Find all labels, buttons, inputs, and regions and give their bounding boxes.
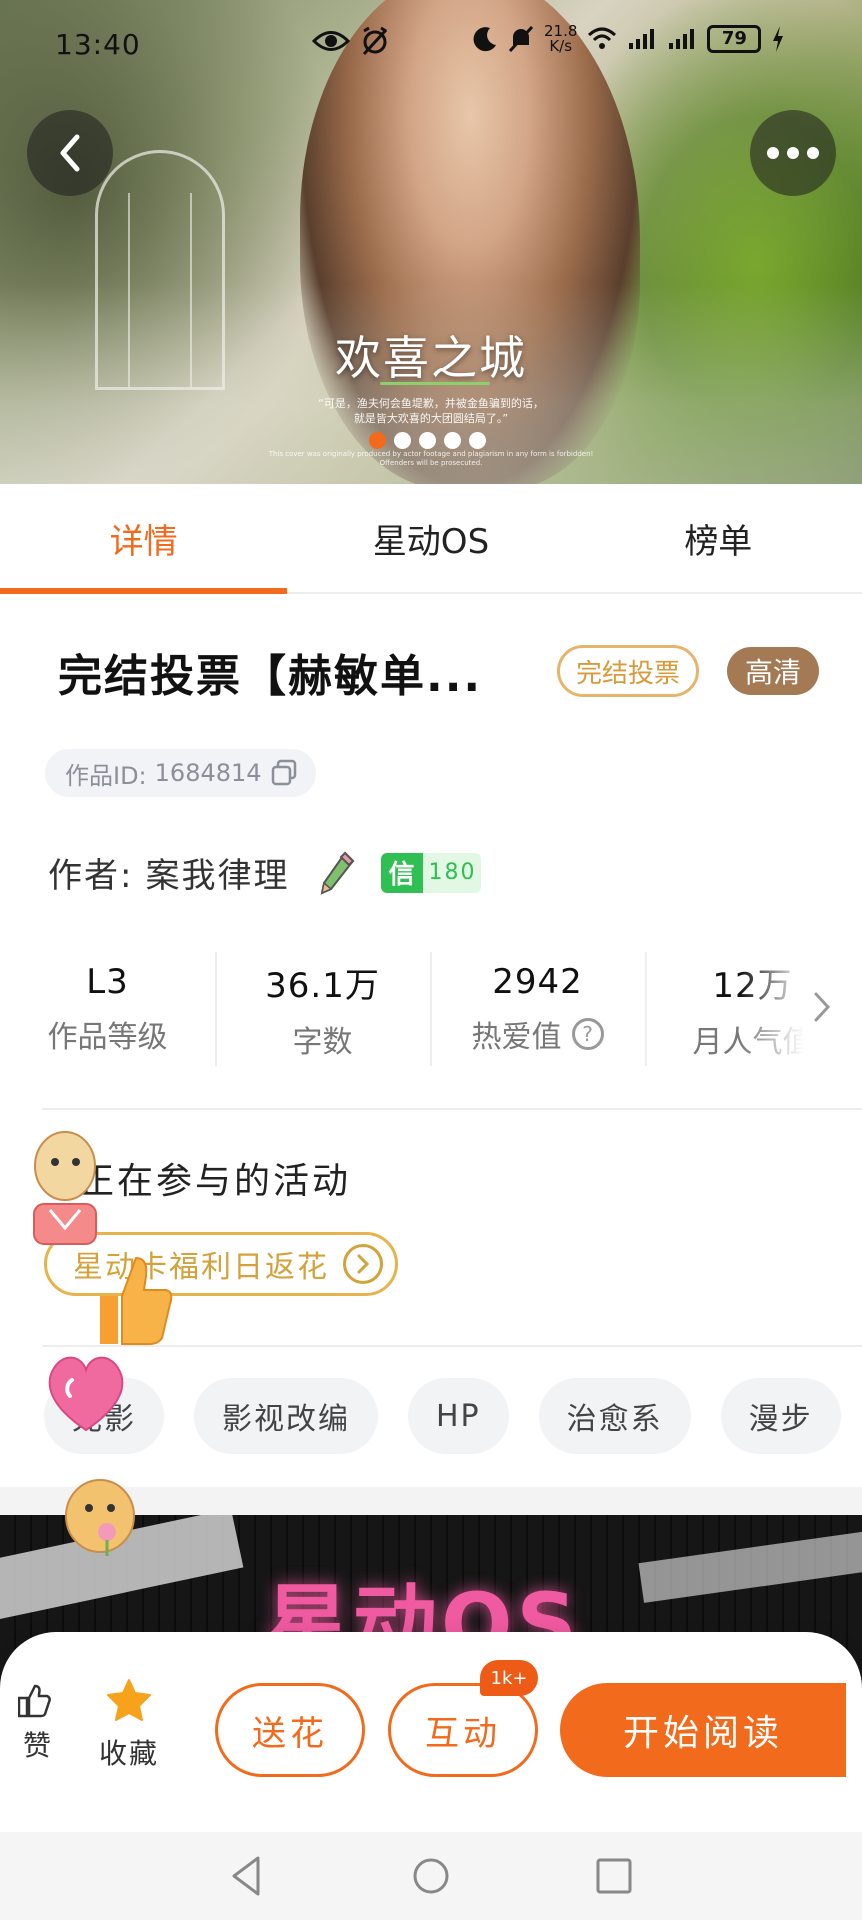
send-flower-button[interactable]: 送花	[215, 1683, 365, 1777]
credit-score-badge[interactable]: 信 180	[381, 852, 482, 893]
nav-home-icon[interactable]	[411, 1854, 451, 1898]
stat-label: 字数	[292, 1024, 353, 1060]
banner-title: 欢喜之城	[335, 331, 527, 385]
system-nav-bar	[0, 1832, 862, 1920]
stat-value: 36.1万	[265, 965, 380, 1006]
work-title: 完结投票【赫敏单...	[58, 651, 483, 702]
carousel-dot[interactable]	[394, 432, 411, 449]
tag-chip[interactable]: 影视改编	[194, 1378, 378, 1454]
work-id-label: 作品ID:	[65, 761, 147, 790]
carousel-dot[interactable]	[369, 432, 386, 449]
banner-fine-print-line1: This cover was originally produced by ac…	[268, 450, 594, 458]
like-label: 赞	[22, 1729, 51, 1762]
thumbs-up-sticker-icon[interactable]	[92, 1252, 174, 1348]
heart-sticker-icon[interactable]	[40, 1350, 132, 1434]
status-right-icons: 21.8 K/s 79	[472, 24, 785, 54]
carousel-dot[interactable]	[444, 432, 461, 449]
stats-row: L3 作品等级 36.1万 字数 2942 热爱值 ? 12万 月人气值	[0, 950, 862, 1068]
tag-chip[interactable]: HP	[408, 1378, 509, 1454]
interact-button[interactable]: 互动	[388, 1683, 538, 1777]
chevron-right-icon[interactable]	[812, 990, 832, 1033]
work-id-value: 1684814	[154, 759, 262, 787]
stat-label-row: 热爱值 ?	[472, 1012, 604, 1056]
banner-caption-line1: “可是，渔夫何会鱼堤歉，并被金鱼骗到的话，	[318, 397, 544, 410]
tag-chip[interactable]: 漫步	[720, 1378, 841, 1454]
author-row: 作者: 案我律理 信 180	[48, 848, 482, 897]
nav-back-icon[interactable]	[228, 1854, 264, 1898]
author-name[interactable]: 案我律理	[145, 848, 289, 897]
signal-icon	[629, 29, 655, 49]
copy-icon[interactable]	[270, 759, 298, 787]
network-speed-unit: K/s	[549, 37, 573, 55]
tab-details[interactable]: 详情	[0, 484, 288, 594]
hd-badge: 高清	[727, 647, 820, 695]
tab-xingdong-os[interactable]: 星动OS	[287, 484, 574, 592]
carousel-dot[interactable]	[419, 432, 436, 449]
tab-ranking[interactable]: 榜单	[575, 484, 862, 592]
banner-caption: “可是，渔夫何会鱼堤歉，并被金鱼骗到的话， 就是皆大欢喜的大团圆结局了。”	[0, 396, 862, 426]
tag-list: 光影 影视改编 HP 治愈系 漫步	[44, 1378, 841, 1454]
status-left-icons	[312, 26, 390, 56]
promo-streak	[638, 1527, 862, 1603]
stat-label: 热爱值	[471, 1020, 562, 1055]
activity-section-title: 正在参与的活动	[78, 1161, 352, 1202]
alarm-off-icon	[362, 26, 388, 56]
interact-count-badge: 1k+	[480, 1660, 538, 1696]
detail-tabs: 详情 星动OS 榜单	[0, 484, 862, 594]
stat-value: 2942	[492, 962, 583, 1002]
work-id-chip[interactable]: 作品ID: 1684814	[45, 749, 316, 797]
tag-chip[interactable]: 治愈系	[538, 1378, 691, 1454]
mute-bell-icon	[508, 25, 534, 53]
divider	[42, 1108, 862, 1110]
status-bar: 13:40 21.8 K/s 79	[0, 0, 862, 86]
nav-recents-icon[interactable]	[594, 1854, 634, 1898]
chevron-left-icon	[60, 134, 80, 172]
mascot-flower-sticker-icon[interactable]	[55, 1460, 145, 1560]
chevron-right-circle-icon	[343, 1244, 383, 1284]
signal-icon	[669, 29, 695, 49]
completion-vote-badge[interactable]: 完结投票	[557, 645, 700, 697]
carousel-dot[interactable]	[469, 432, 486, 449]
mascot-sticker-icon[interactable]	[20, 1118, 110, 1258]
author-label: 作者:	[48, 856, 134, 896]
battery-indicator: 79	[707, 25, 762, 53]
like-button[interactable]: 赞	[18, 1684, 58, 1764]
help-icon[interactable]: ?	[571, 1018, 604, 1050]
back-button[interactable]	[27, 110, 113, 196]
pencil-icon	[321, 850, 355, 895]
network-speed: 21.8 K/s	[544, 24, 577, 54]
status-time: 13:40	[55, 28, 141, 61]
banner-fine-print: This cover was originally produced by ac…	[0, 450, 862, 468]
credit-mark: 信	[381, 852, 424, 893]
banner-title-underline	[380, 382, 490, 385]
banner-caption-line2: 就是皆大欢喜的大团圆结局了。”	[353, 412, 509, 425]
favorite-label: 收藏	[98, 1737, 159, 1770]
start-reading-button[interactable]: 开始阅读	[560, 1683, 846, 1777]
stat-label: 作品等级	[47, 1020, 168, 1055]
banner-fine-print-line2: Offenders will be prosecuted.	[379, 459, 483, 467]
charging-icon	[773, 26, 784, 52]
eye-icon	[312, 31, 350, 51]
more-button[interactable]	[750, 110, 836, 196]
stat-level: L3 作品等级	[0, 950, 215, 1068]
stat-love-value: 2942 热爱值 ?	[430, 950, 645, 1068]
stats-fade	[740, 950, 820, 1068]
carousel-indicator	[369, 432, 486, 449]
credit-value: 180	[423, 852, 482, 893]
moon-icon	[473, 27, 496, 52]
thumbs-up-icon	[18, 1684, 51, 1718]
stat-word-count: 36.1万 字数	[215, 950, 430, 1068]
favorite-button[interactable]: 收藏	[94, 1678, 164, 1772]
star-icon	[107, 1679, 151, 1721]
stat-value: L3	[86, 962, 129, 1002]
wifi-icon	[588, 27, 617, 49]
more-dots-icon	[767, 147, 819, 159]
